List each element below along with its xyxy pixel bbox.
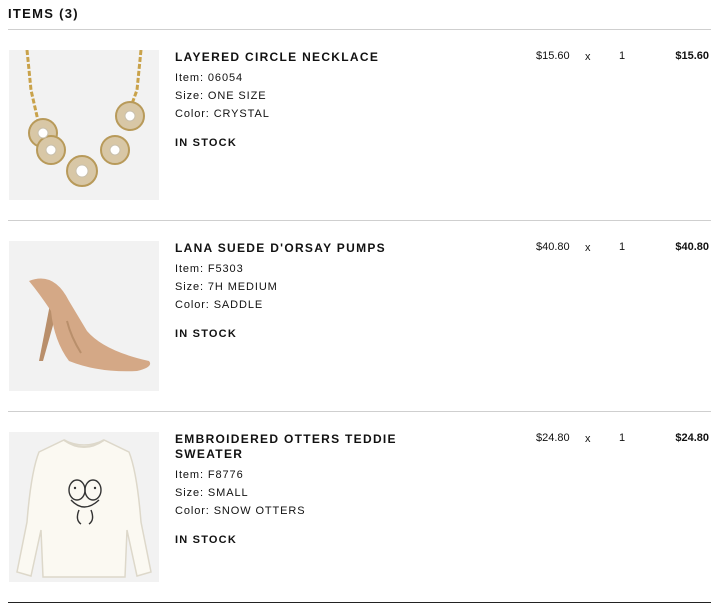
sweater-image[interactable] — [9, 432, 159, 582]
line-total: $15.60 — [675, 50, 709, 62]
divider — [8, 411, 711, 412]
necklace-illustration — [9, 50, 159, 200]
bottom-divider — [8, 602, 711, 603]
unit-price: $40.80 — [536, 241, 570, 253]
line-total: $24.80 — [675, 432, 709, 444]
pumps-illustration — [9, 241, 159, 391]
item-number: Item: F5303 — [175, 263, 244, 275]
line-total: $40.80 — [675, 241, 709, 253]
quantity: 1 — [619, 432, 626, 444]
items-heading: ITEMS (3) — [8, 6, 79, 21]
item-color: Color: CRYSTAL — [175, 108, 270, 120]
item-name[interactable]: EMBROIDERED OTTERS TEDDIE SWEATER — [175, 432, 415, 462]
quantity: 1 — [619, 241, 626, 253]
item-name[interactable]: LANA SUEDE D'ORSAY PUMPS — [175, 241, 415, 256]
item-color: Color: SNOW OTTERS — [175, 505, 306, 517]
pumps-image[interactable] — [9, 241, 159, 391]
item-details: LANA SUEDE D'ORSAY PUMPS Item: F5303 Siz… — [175, 241, 515, 340]
item-color: Color: SADDLE — [175, 299, 264, 311]
stock-status: IN STOCK — [175, 137, 237, 149]
item-details: LAYERED CIRCLE NECKLACE Item: 06054 Size… — [175, 50, 515, 149]
cart-item-sweater: EMBROIDERED OTTERS TEDDIE SWEATER Item: … — [8, 432, 711, 584]
cart-item-pumps: LANA SUEDE D'ORSAY PUMPS Item: F5303 Siz… — [8, 241, 711, 393]
divider — [8, 220, 711, 221]
item-number: Item: F8776 — [175, 469, 244, 481]
item-number: Item: 06054 — [175, 72, 243, 84]
item-size: Size: 7H MEDIUM — [175, 281, 278, 293]
multiply-sign: x — [585, 433, 591, 445]
divider — [8, 29, 711, 30]
item-name[interactable]: LAYERED CIRCLE NECKLACE — [175, 50, 415, 65]
multiply-sign: x — [585, 242, 591, 254]
stock-status: IN STOCK — [175, 534, 237, 546]
cart-item-necklace: LAYERED CIRCLE NECKLACE Item: 06054 Size… — [8, 50, 711, 202]
item-size: Size: ONE SIZE — [175, 90, 267, 102]
unit-price: $24.80 — [536, 432, 570, 444]
stock-status: IN STOCK — [175, 328, 237, 340]
multiply-sign: x — [585, 51, 591, 63]
item-size: Size: SMALL — [175, 487, 249, 499]
necklace-image[interactable] — [9, 50, 159, 200]
quantity: 1 — [619, 50, 626, 62]
sweater-illustration — [9, 432, 159, 582]
item-details: EMBROIDERED OTTERS TEDDIE SWEATER Item: … — [175, 432, 515, 546]
unit-price: $15.60 — [536, 50, 570, 62]
